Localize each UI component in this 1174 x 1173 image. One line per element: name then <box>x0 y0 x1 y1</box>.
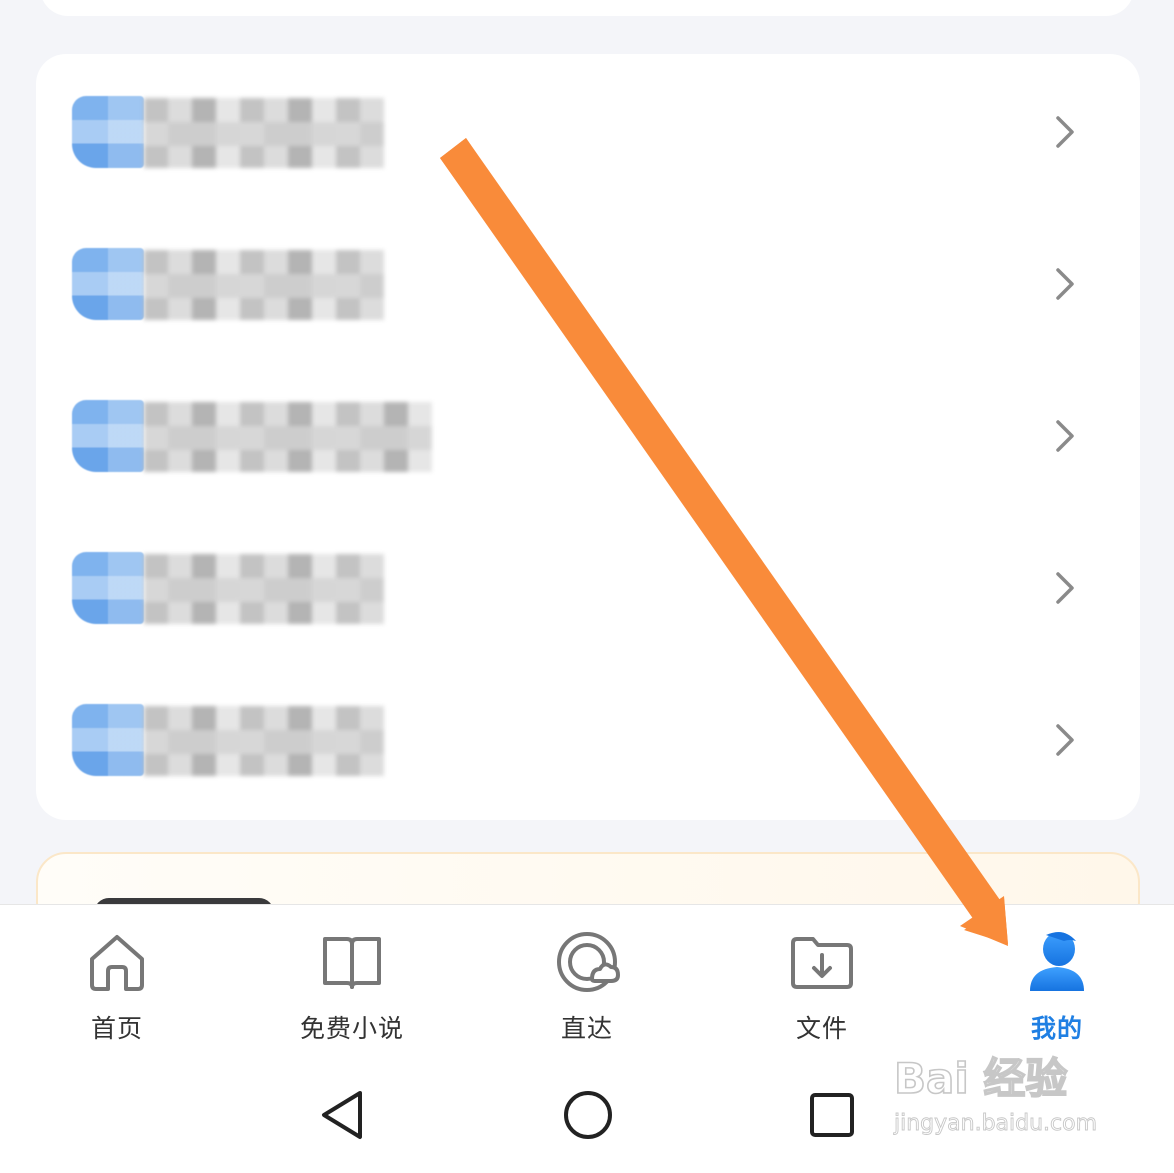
tab-home[interactable]: 首页 <box>37 929 197 1049</box>
redacted-row-label <box>144 706 384 776</box>
top-card-edge <box>40 0 1134 16</box>
chevron-right-icon <box>1056 268 1074 300</box>
user-icon <box>1030 932 1084 991</box>
redacted-row-label <box>144 250 384 320</box>
tab-files[interactable]: 文件 <box>742 929 902 1049</box>
home-icon <box>90 935 144 991</box>
redacted-row-icon <box>72 704 144 776</box>
baidu-jingyan-watermark: Bai 经验 jingyan.baidu.com <box>893 1037 1114 1147</box>
menu-row[interactable] <box>36 56 1140 208</box>
bottom-tab-bar: 首页 免费小说 直达 文件 我的 Bai 经验 jingyan.baidu.co… <box>0 904 1174 1173</box>
redacted-row-label <box>144 554 384 624</box>
tab-label: 首页 <box>90 1014 143 1043</box>
chevron-right-icon <box>1056 572 1074 604</box>
back-triangle-icon[interactable] <box>312 1085 372 1145</box>
book-icon <box>323 937 381 989</box>
menu-row[interactable] <box>36 208 1140 360</box>
chevron-right-icon <box>1056 724 1074 756</box>
tab-label: 文件 <box>795 1014 848 1043</box>
direct-icon <box>557 932 620 992</box>
menu-card <box>36 54 1140 820</box>
redacted-row-icon <box>72 552 144 624</box>
redacted-row-icon <box>72 248 144 320</box>
chevron-right-icon <box>1056 420 1074 452</box>
tab-mine[interactable]: 我的 <box>977 929 1137 1049</box>
folder-download-icon <box>791 937 853 989</box>
home-circle-icon[interactable] <box>558 1085 618 1145</box>
menu-row[interactable] <box>36 512 1140 664</box>
tab-label: 免费小说 <box>299 1014 404 1043</box>
redacted-row-icon <box>72 400 144 472</box>
chevron-right-icon <box>1056 116 1074 148</box>
redacted-row-label <box>144 402 432 472</box>
menu-row[interactable] <box>36 360 1140 512</box>
tab-free-novels[interactable]: 免费小说 <box>272 929 432 1049</box>
menu-row[interactable] <box>36 664 1140 816</box>
redacted-row-icon <box>72 96 144 168</box>
watermark-brand: Bai 经验 <box>893 1053 1068 1104</box>
redacted-row-label <box>144 98 384 168</box>
recents-square-icon[interactable] <box>802 1085 862 1145</box>
tab-label: 直达 <box>560 1014 613 1043</box>
watermark-url: jingyan.baidu.com <box>894 1111 1098 1137</box>
tab-direct[interactable]: 直达 <box>507 929 667 1049</box>
